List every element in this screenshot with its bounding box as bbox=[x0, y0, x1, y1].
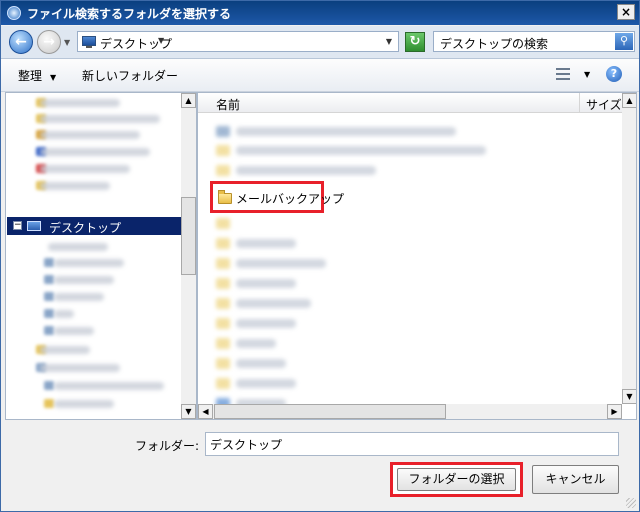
select-folder-button[interactable]: フォルダーの選択 bbox=[397, 468, 516, 491]
list-item-mail-backup[interactable]: メールバックアップ bbox=[210, 181, 344, 213]
list-horizontal-scrollbar[interactable]: ◀ ▶ bbox=[198, 404, 622, 419]
scroll-up-icon[interactable]: ▲ bbox=[622, 93, 636, 108]
scroll-up-icon[interactable]: ▲ bbox=[181, 93, 196, 108]
chevron-down-icon[interactable]: ▼ bbox=[158, 36, 164, 45]
column-header-name[interactable]: 名前 bbox=[198, 93, 580, 113]
command-bar: 整理 ▼ 新しいフォルダー ▼ ? bbox=[1, 59, 639, 92]
title-bar: ファイル検索するフォルダを選択する × bbox=[1, 1, 639, 25]
collapse-toggle[interactable]: − bbox=[13, 221, 22, 230]
scroll-thumb[interactable] bbox=[181, 197, 196, 275]
cancel-button[interactable]: キャンセル bbox=[532, 465, 619, 494]
scroll-right-icon[interactable]: ▶ bbox=[607, 404, 622, 419]
search-icon[interactable]: ⚲ bbox=[615, 33, 633, 50]
search-placeholder[interactable]: デスクトップの検索 bbox=[440, 35, 548, 52]
list-item-label: メールバックアップ bbox=[236, 192, 345, 206]
list-vertical-scrollbar[interactable]: ▲ ▼ bbox=[622, 93, 636, 404]
close-button[interactable]: × bbox=[617, 4, 635, 20]
file-list[interactable]: 名前 サイズ メールバックアップ ▲ ▼ ◀ ▶ bbox=[197, 92, 637, 420]
window-title: ファイル検索するフォルダを選択する bbox=[27, 7, 232, 21]
view-icon[interactable] bbox=[556, 68, 570, 80]
scroll-thumb[interactable] bbox=[214, 404, 446, 419]
column-header-size[interactable]: サイズ bbox=[580, 93, 624, 113]
chevron-down-icon: ▼ bbox=[50, 73, 57, 82]
new-folder-button[interactable]: 新しいフォルダー bbox=[82, 67, 178, 84]
back-icon[interactable]: ← bbox=[9, 30, 33, 54]
navigation-tree[interactable]: − デスクトップ ▲ ▼ bbox=[5, 92, 197, 420]
view-dropdown-icon[interactable]: ▼ bbox=[584, 70, 590, 79]
folder-select-dialog: ファイル検索するフォルダを選択する × ← → ▼ デスクトップ ▼ ▼ ↻ デ… bbox=[0, 0, 640, 512]
organize-button[interactable]: 整理 ▼ bbox=[18, 67, 56, 84]
history-dropdown-icon[interactable]: ▼ bbox=[64, 38, 70, 47]
organize-label: 整理 bbox=[18, 69, 43, 83]
address-dropdown-icon[interactable]: ▼ bbox=[386, 37, 392, 46]
folder-icon bbox=[218, 190, 232, 204]
help-icon[interactable]: ? bbox=[606, 66, 622, 82]
scroll-down-icon[interactable]: ▼ bbox=[181, 404, 196, 419]
resize-grip[interactable] bbox=[626, 498, 636, 508]
tree-item-label: デスクトップ bbox=[49, 221, 122, 235]
address-field[interactable]: デスクトップ ▼ ▼ bbox=[77, 31, 399, 52]
tree-scrollbar[interactable]: ▲ ▼ bbox=[181, 93, 196, 419]
monitor-icon bbox=[82, 36, 96, 46]
select-folder-highlight: フォルダーの選択 bbox=[390, 462, 523, 497]
tree-item-desktop[interactable]: − デスクトップ bbox=[7, 217, 181, 235]
search-box[interactable]: デスクトップの検索 ⚲ bbox=[433, 31, 635, 52]
folder-name-input[interactable] bbox=[205, 432, 619, 456]
refresh-icon[interactable]: ↻ bbox=[405, 32, 425, 52]
monitor-icon bbox=[27, 221, 41, 231]
folder-label: フォルダー: bbox=[135, 439, 200, 453]
address-bar: ← → ▼ デスクトップ ▼ ▼ ↻ デスクトップの検索 ⚲ bbox=[1, 26, 639, 59]
forward-icon[interactable]: → bbox=[37, 30, 61, 54]
scroll-left-icon[interactable]: ◀ bbox=[198, 404, 213, 419]
scroll-down-icon[interactable]: ▼ bbox=[622, 389, 636, 404]
dialog-icon bbox=[7, 6, 21, 20]
